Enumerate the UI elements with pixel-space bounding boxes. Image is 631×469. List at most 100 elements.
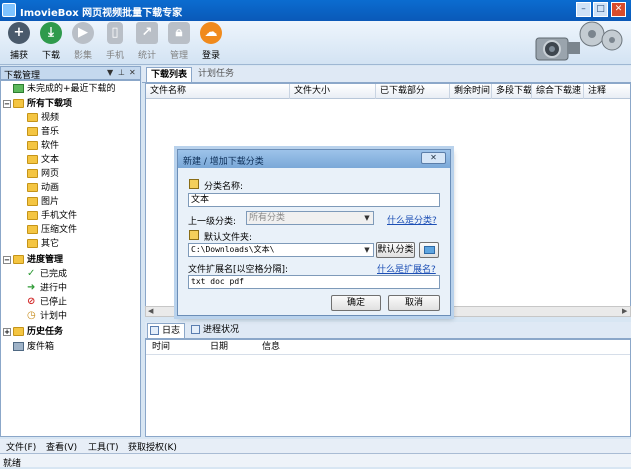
default-category-button[interactable]: 默认分类 (376, 242, 415, 258)
browse-folder-button[interactable] (419, 242, 439, 258)
tree-item-history[interactable]: + 历史任务 (3, 325, 63, 339)
browse-icon (423, 246, 435, 254)
menu-bar: 文件(F) 查看(V) 工具(T) 获取授权(K) (0, 439, 631, 453)
folder-icon (189, 230, 199, 240)
folder-icon (27, 113, 38, 122)
extensions-label: 文件扩展名[以空格分隔]: (188, 265, 289, 275)
cloud-icon: ☁ (200, 22, 222, 44)
tab-download-list[interactable]: 下载列表 (146, 67, 193, 82)
main-tabs: 下载列表 计划任务 (142, 66, 631, 83)
tree-item-images[interactable]: 图片 (27, 195, 59, 209)
download-button[interactable]: ⤓ 下载 (36, 22, 66, 64)
menu-view[interactable]: 查看(V) (46, 440, 77, 453)
tree-item-other[interactable]: 其它 (27, 237, 59, 251)
parent-category-select[interactable]: 所有分类 ▼ (246, 211, 374, 225)
manage-button[interactable]: 🔒︎ 管理 (164, 22, 194, 64)
menu-file[interactable]: 文件(F) (6, 440, 36, 453)
refresh-icon (13, 84, 24, 93)
what-is-category-link[interactable]: 什么是分类? (387, 213, 437, 226)
capture-button[interactable]: + 捕获 (4, 22, 34, 64)
what-is-extension-link[interactable]: 什么是扩展名? (377, 262, 436, 275)
login-button[interactable]: ☁ 登录 (196, 22, 226, 64)
panel-close-icon[interactable]: ✕ (129, 68, 136, 77)
column-time[interactable]: 时间 (148, 340, 206, 355)
play-icon: ▶ (72, 22, 94, 44)
cancel-button[interactable]: 取消 (388, 295, 440, 311)
folder-icon (27, 127, 38, 136)
menu-license[interactable]: 获取授权(K) (128, 440, 177, 453)
extensions-input[interactable]: txt doc pdf (188, 275, 440, 289)
default-folder-value: C:\Downloads\文本\ (191, 245, 275, 254)
tree-item-unfinished[interactable]: 未完成的+最近下载的 (13, 82, 116, 96)
parent-category-value: 所有分类 (249, 213, 286, 223)
tree-item-archives[interactable]: 压缩文件 (27, 223, 77, 237)
tree-item-stopped[interactable]: ⊘ 已停止 (27, 295, 67, 309)
collapse-icon[interactable]: − (3, 255, 11, 264)
tree-item-phone-files[interactable]: 手机文件 (27, 209, 77, 223)
tab-process-label: 进程状况 (203, 325, 240, 335)
tree-item-animation[interactable]: 动画 (27, 181, 59, 195)
menu-tools[interactable]: 工具(T) (88, 440, 119, 453)
folder-icon (27, 197, 38, 206)
tree-label: 手机文件 (41, 211, 78, 221)
column-file-name[interactable]: 文件名称 (146, 84, 290, 99)
phone-button[interactable]: ▯ 手机 (100, 22, 130, 64)
tree-item-video[interactable]: 视频 (27, 111, 59, 125)
column-remaining-time[interactable]: 剩余时间 (450, 84, 492, 99)
folder-icon (27, 183, 38, 192)
tree-item-trash[interactable]: 废件箱 (13, 340, 54, 354)
minimize-button[interactable]: – (576, 2, 591, 17)
column-multi-segment[interactable]: 多段下载 (492, 84, 532, 99)
maximize-button[interactable]: □ (593, 2, 608, 17)
tree-item-music[interactable]: 音乐 (27, 125, 59, 139)
dropdown-arrow-icon[interactable]: ▼ (107, 68, 113, 77)
column-file-size[interactable]: 文件大小 (290, 84, 376, 99)
default-folder-select[interactable]: C:\Downloads\文本\ ▼ (188, 243, 374, 257)
lock-icon: 🔒︎ (168, 22, 190, 44)
manage-label: 管理 (169, 51, 188, 61)
column-info[interactable]: 信息 (258, 340, 318, 355)
tree-item-scheduled[interactable]: ◷ 计划中 (27, 309, 67, 323)
phone-icon: ▯ (107, 22, 123, 44)
tab-process-status[interactable]: 进程状况 (189, 323, 243, 338)
tree-item-text[interactable]: 文本 (27, 153, 59, 167)
log-header: 时间 日期 信息 (146, 340, 630, 355)
column-date[interactable]: 日期 (206, 340, 258, 355)
pin-icon[interactable]: ⊥ (118, 68, 125, 77)
column-notes[interactable]: 注释 (584, 84, 630, 99)
camera-mascot-icon (535, 21, 623, 61)
column-speed[interactable]: 综合下载速 (532, 84, 584, 99)
tree-item-progress[interactable]: − 进度管理 (3, 253, 63, 267)
clock-icon: ◷ (27, 310, 36, 321)
column-downloaded[interactable]: 已下载部分 (376, 84, 450, 99)
trash-icon (13, 342, 24, 351)
stats-button[interactable]: ↗ 统计 (132, 22, 162, 64)
category-name-input[interactable]: 文本 (188, 193, 440, 207)
folder-icon (27, 211, 38, 220)
tree-item-in-progress[interactable]: ➜ 进行中 (27, 281, 67, 295)
tree-item-webpage[interactable]: 网页 (27, 167, 59, 181)
tree-label: 音乐 (41, 127, 60, 137)
tab-log[interactable]: 日志 (147, 323, 186, 338)
tree-label: 文本 (41, 155, 60, 165)
collapse-icon[interactable]: − (3, 99, 11, 108)
dialog-close-icon[interactable]: ✕ (421, 152, 446, 164)
capture-label: 捕获 (9, 51, 28, 61)
album-button[interactable]: ▶ 影集 (68, 22, 98, 64)
tree-label: 压缩文件 (41, 225, 78, 235)
plus-icon: + (8, 22, 30, 44)
tab-scheduled-tasks[interactable]: 计划任务 (194, 67, 238, 82)
scroll-left-icon[interactable]: ◀ (148, 307, 153, 316)
stats-label: 统计 (137, 51, 156, 61)
ok-button[interactable]: 确定 (331, 295, 381, 311)
tree-item-all[interactable]: − 所有下载项 (3, 97, 72, 111)
tree-label: 废件箱 (27, 342, 55, 352)
tree-item-software[interactable]: 软件 (27, 139, 59, 153)
list-icon (191, 325, 200, 334)
expand-icon[interactable]: + (3, 327, 11, 336)
tree-item-completed[interactable]: ✓ 已完成 (27, 267, 67, 281)
scroll-right-icon[interactable]: ▶ (622, 307, 627, 316)
chart-icon: ↗ (136, 22, 158, 44)
close-button[interactable]: ✕ (611, 2, 626, 17)
download-tree: 未完成的+最近下载的 − 所有下载项 视频 音乐 软件 文本 网页 动画 图片 手… (0, 80, 141, 437)
